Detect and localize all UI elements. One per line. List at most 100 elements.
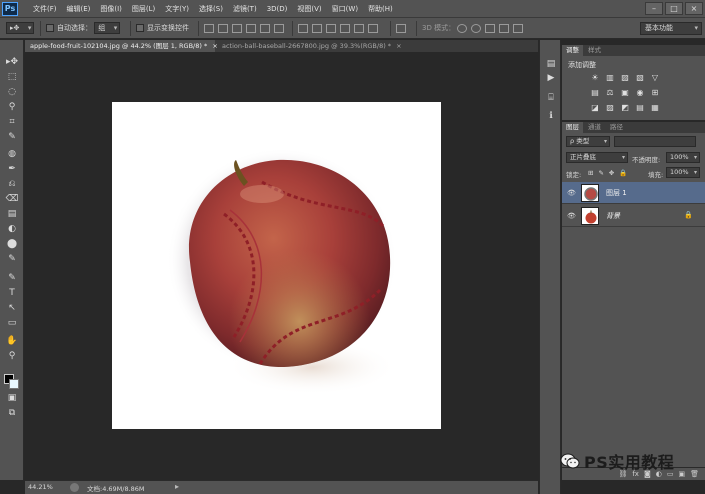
minimize-button[interactable]: – xyxy=(645,2,663,15)
menu-view[interactable]: 视图(V) xyxy=(292,0,326,18)
eye-icon[interactable]: 👁 xyxy=(567,189,576,197)
distribute-top-icon[interactable] xyxy=(298,23,308,33)
pen-tool-icon[interactable]: ✎ xyxy=(5,272,19,285)
invert-icon[interactable]: ◪ xyxy=(590,103,600,112)
curves-icon[interactable]: ▨ xyxy=(620,73,630,82)
layer-row-layer1[interactable]: 👁 图层 1 xyxy=(562,182,705,204)
3d-roll-icon[interactable] xyxy=(471,23,482,33)
healing-brush-tool-icon[interactable]: ◍ xyxy=(5,148,19,161)
menu-edit[interactable]: 编辑(E) xyxy=(62,0,96,18)
move-tool-preset[interactable]: ▸✥ xyxy=(6,22,35,35)
3d-slide-icon[interactable] xyxy=(499,23,510,33)
maximize-button[interactable]: □ xyxy=(665,2,683,15)
align-bottom-icon[interactable] xyxy=(232,23,242,33)
menu-window[interactable]: 窗口(W) xyxy=(327,0,363,18)
auto-align-icon[interactable] xyxy=(396,23,406,33)
distribute-right-icon[interactable] xyxy=(368,23,378,33)
type-tool-icon[interactable]: T xyxy=(5,287,19,300)
clone-stamp-tool-icon[interactable]: ⎌ xyxy=(5,178,19,191)
document-canvas[interactable] xyxy=(112,102,441,429)
new-layer-icon[interactable]: ▣ xyxy=(678,468,685,480)
layer-name[interactable]: 图层 1 xyxy=(606,188,627,198)
align-vcenter-icon[interactable] xyxy=(218,23,228,33)
shape-tool-icon[interactable]: ▭ xyxy=(5,317,19,330)
close-button[interactable]: × xyxy=(685,2,703,15)
3d-pan-icon[interactable] xyxy=(485,23,496,33)
vibrance-icon[interactable]: ▽ xyxy=(650,73,660,82)
distribute-hcenter-icon[interactable] xyxy=(354,23,364,33)
brush-tool-icon[interactable]: ✒ xyxy=(5,163,19,176)
tab-baseball-document[interactable]: action-ball-baseball-2667800.jpg @ 39.3%… xyxy=(217,40,402,52)
tab-paths[interactable]: 路径 xyxy=(606,122,627,133)
layer-name[interactable]: 背景 xyxy=(606,211,620,221)
menu-layer[interactable]: 图层(L) xyxy=(127,0,160,18)
move-tool-icon[interactable]: ▸✥ xyxy=(5,56,19,69)
status-menu-arrow[interactable]: ▸ xyxy=(175,482,179,491)
menu-3d[interactable]: 3D(D) xyxy=(262,0,293,18)
align-left-icon[interactable] xyxy=(246,23,256,33)
background-color-swatch[interactable] xyxy=(9,379,19,389)
crop-tool-icon[interactable]: ⌗ xyxy=(5,116,19,129)
selective-color-icon[interactable]: ▦ xyxy=(650,103,660,112)
quick-mask-icon[interactable]: ▣ xyxy=(5,392,19,405)
blend-mode-dropdown[interactable]: 正片叠底 xyxy=(566,152,628,163)
history-brush-tool-icon[interactable]: ⌫ xyxy=(5,193,19,206)
layer-filter-kind[interactable]: ρ 类型 xyxy=(566,136,610,147)
zoom-level[interactable]: 44.21% xyxy=(28,483,53,491)
posterize-icon[interactable]: ▨ xyxy=(605,103,615,112)
distribute-bottom-icon[interactable] xyxy=(326,23,336,33)
path-select-tool-icon[interactable]: ↖ xyxy=(5,302,19,315)
opacity-input[interactable]: 100% xyxy=(666,152,700,163)
fill-input[interactable]: 100% xyxy=(666,167,700,178)
auto-select-dropdown[interactable]: 组 xyxy=(94,22,121,34)
dodge-tool-icon[interactable]: ✎ xyxy=(5,253,19,266)
marquee-tool-icon[interactable]: ⬚ xyxy=(5,71,19,84)
tab-channels[interactable]: 通道 xyxy=(584,122,605,133)
3d-scale-icon[interactable] xyxy=(513,23,524,33)
workspace-switcher[interactable]: 基本功能 xyxy=(640,22,702,35)
align-hcenter-icon[interactable] xyxy=(260,23,270,33)
layer-row-background[interactable]: 👁 背景 🔒 xyxy=(562,205,705,227)
close-icon[interactable]: × xyxy=(396,42,401,50)
hue-saturation-icon[interactable]: ▤ xyxy=(590,88,600,97)
channel-mixer-icon[interactable]: ⊞ xyxy=(650,88,660,97)
menu-image[interactable]: 图像(I) xyxy=(95,0,127,18)
canvas-area[interactable] xyxy=(25,52,538,478)
gradient-map-icon[interactable]: ▤ xyxy=(635,103,645,112)
tab-apple-document[interactable]: apple-food-fruit-102104.jpg @ 44.2% (图层 … xyxy=(25,40,218,52)
actions-panel-icon[interactable]: ▶ xyxy=(545,72,557,84)
tab-styles[interactable]: 样式 xyxy=(584,45,605,56)
screen-mode-icon[interactable]: ⧉ xyxy=(5,407,19,420)
lock-options[interactable]: ⊞✎✥🔒 xyxy=(588,169,632,180)
auto-align-button[interactable] xyxy=(396,22,410,35)
lasso-tool-icon[interactable]: ◌ xyxy=(5,86,19,99)
delete-layer-icon[interactable]: 🗑 xyxy=(690,468,699,480)
auto-select-checkbox[interactable] xyxy=(46,24,54,32)
tab-adjustments[interactable]: 调整 xyxy=(562,45,583,56)
menu-file[interactable]: 文件(F) xyxy=(28,0,62,18)
exposure-icon[interactable]: ▧ xyxy=(635,73,645,82)
eyedropper-tool-icon[interactable]: ✎ xyxy=(5,131,19,144)
brightness-icon[interactable]: ☀ xyxy=(590,73,600,82)
color-balance-icon[interactable]: ⚖ xyxy=(605,88,615,97)
navigator-icon[interactable] xyxy=(70,483,79,492)
eye-icon[interactable]: 👁 xyxy=(567,212,576,220)
quick-select-tool-icon[interactable]: ⚲ xyxy=(5,101,19,114)
character-panel-icon[interactable]: ⌸ xyxy=(545,92,557,104)
levels-icon[interactable]: ▥ xyxy=(605,73,615,82)
photo-filter-icon[interactable]: ◉ xyxy=(635,88,645,97)
zoom-tool-icon[interactable]: ⚲ xyxy=(5,350,19,363)
align-right-icon[interactable] xyxy=(274,23,284,33)
hand-tool-icon[interactable]: ✋ xyxy=(5,335,19,348)
threshold-icon[interactable]: ◩ xyxy=(620,103,630,112)
layer-filter-options[interactable] xyxy=(614,136,696,147)
blur-tool-icon[interactable]: ⬤ xyxy=(5,238,19,251)
show-transform-checkbox[interactable] xyxy=(136,24,144,32)
distribute-left-icon[interactable] xyxy=(340,23,350,33)
eraser-tool-icon[interactable]: ▤ xyxy=(5,208,19,221)
paint-bucket-tool-icon[interactable]: ◐ xyxy=(5,223,19,236)
tool-preset-picker[interactable]: ▸✥ xyxy=(6,22,35,34)
tab-layers[interactable]: 图层 xyxy=(562,122,583,133)
menu-select[interactable]: 选择(S) xyxy=(194,0,228,18)
menu-type[interactable]: 文字(Y) xyxy=(160,0,194,18)
